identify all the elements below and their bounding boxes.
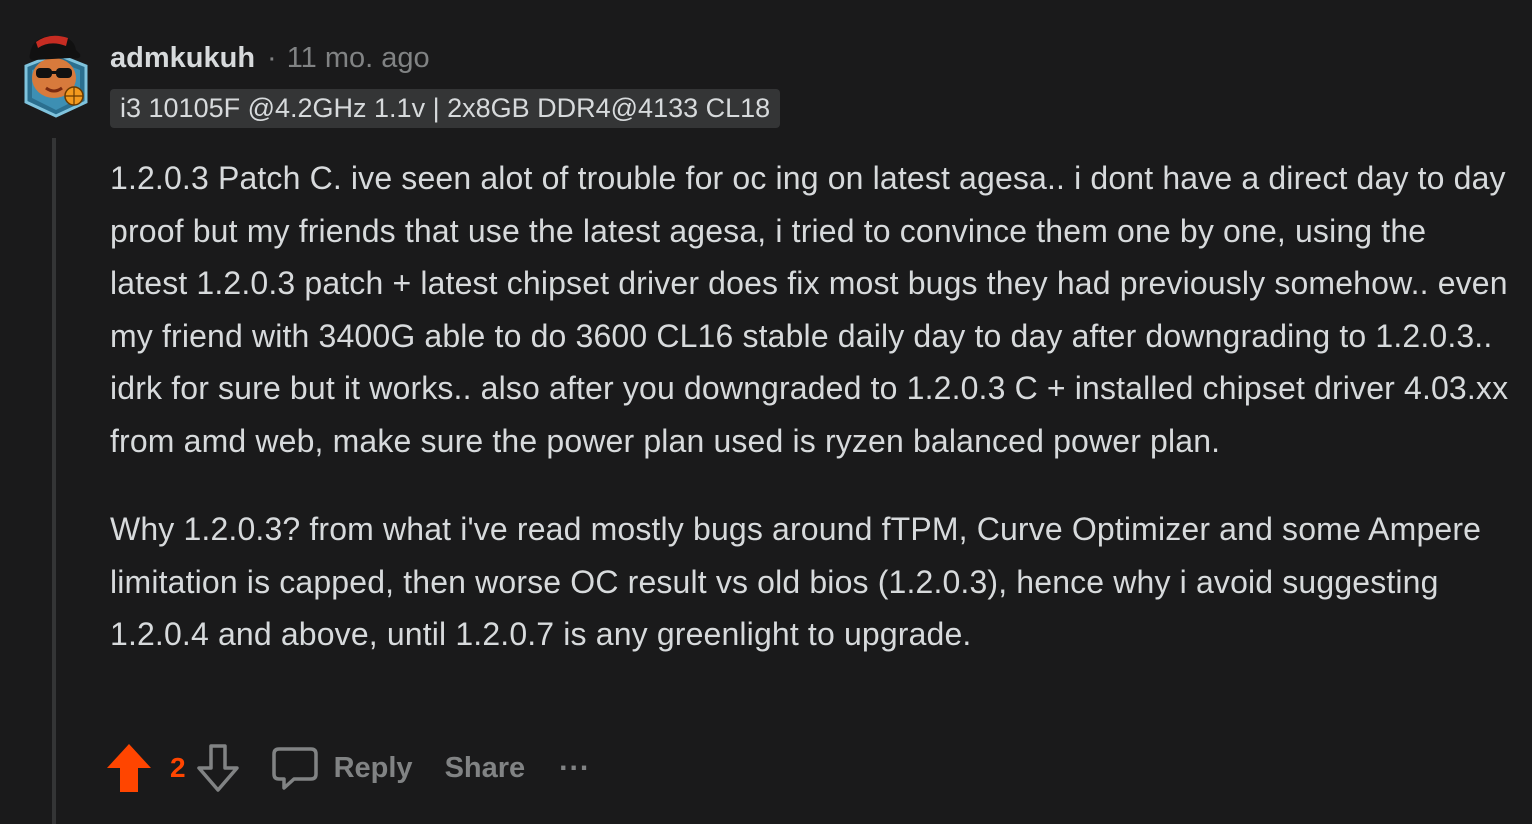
username[interactable]: admkukuh [110,42,255,75]
action-bar: 2 Reply Share ... [104,738,590,798]
arrow-up-filled-icon [107,744,151,792]
comment-header: admkukuh · 11 mo. ago [110,38,430,78]
downvote-button[interactable] [194,740,242,796]
more-options-button[interactable]: ... [559,744,590,778]
comment: admkukuh · 11 mo. ago i3 10105F @4.2GHz … [0,0,1532,824]
share-button[interactable]: Share [445,752,526,785]
comment-body: 1.2.0.3 Patch C. ive seen alot of troubl… [110,152,1510,661]
arrow-down-outline-icon [196,744,239,792]
vote-count: 2 [170,752,186,783]
speech-bubble-icon [271,747,318,790]
user-flair: i3 10105F @4.2GHz 1.1v | 2x8GB DDR4@4133… [110,89,781,128]
separator-dot: · [267,41,277,74]
thread-line[interactable] [52,138,56,824]
avatar-image [24,35,88,118]
comment-paragraph: 1.2.0.3 Patch C. ive seen alot of troubl… [110,160,1509,459]
timestamp[interactable]: 11 mo. ago [287,42,430,75]
reply-button[interactable]: Reply [270,743,413,793]
reply-label: Reply [333,751,413,784]
upvote-button[interactable] [104,740,154,796]
avatar[interactable] [20,24,92,120]
comment-paragraph: Why 1.2.0.3? from what i've read mostly … [110,511,1482,652]
